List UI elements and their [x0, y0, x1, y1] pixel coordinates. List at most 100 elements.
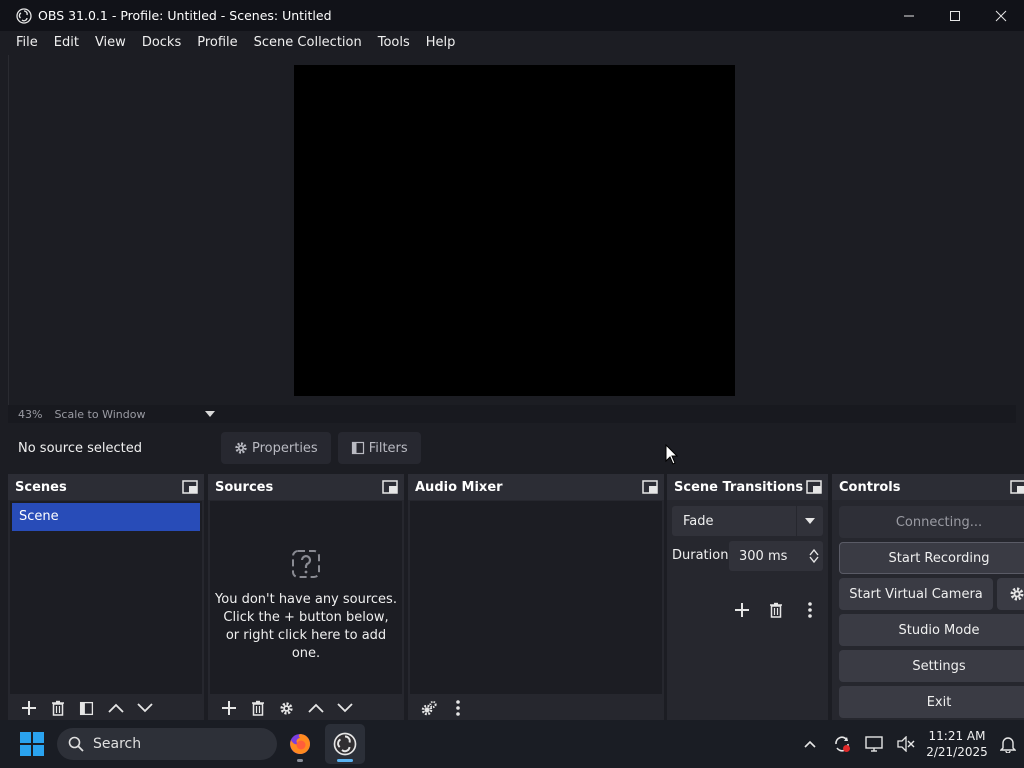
undock-icon[interactable] — [182, 480, 198, 494]
list-item[interactable]: Scene — [12, 503, 200, 531]
title-bar[interactable]: OBS 31.0.1 - Profile: Untitled - Scenes:… — [0, 0, 1024, 31]
audio-mixer-toolbar — [408, 696, 664, 720]
sources-dock: Sources You don't have any sources. Clic… — [208, 474, 404, 720]
audio-mixer-dock-header[interactable]: Audio Mixer — [408, 474, 664, 500]
transition-value: Fade — [683, 513, 714, 529]
firefox-taskbar-button[interactable] — [280, 724, 320, 764]
sources-list[interactable]: You don't have any sources. Click the + … — [210, 501, 402, 694]
add-scene-button[interactable] — [14, 697, 43, 719]
close-icon — [995, 10, 1007, 21]
sync-status-button[interactable] — [826, 720, 858, 768]
advanced-audio-properties-button[interactable] — [414, 697, 443, 719]
gears-icon — [421, 700, 437, 716]
firefox-icon — [290, 734, 310, 754]
remove-transition-button[interactable] — [759, 599, 793, 621]
sources-dock-header[interactable]: Sources — [208, 474, 404, 500]
plus-icon — [735, 603, 749, 617]
network-button[interactable] — [858, 720, 890, 768]
source-toolbar: No source selected Properties Filters — [8, 428, 1024, 468]
transition-select[interactable]: Fade — [672, 506, 823, 536]
windows-logo-icon — [20, 745, 31, 756]
menu-view[interactable]: View — [87, 31, 134, 55]
taskbar-clock[interactable]: 11:21 AM 2/21/2025 — [922, 728, 992, 760]
taskbar-search[interactable]: Search — [57, 728, 277, 760]
menu-edit[interactable]: Edit — [46, 31, 87, 55]
maximize-button[interactable] — [932, 0, 978, 31]
menu-tools[interactable]: Tools — [370, 31, 418, 55]
start-virtual-camera-button[interactable]: Start Virtual Camera — [839, 578, 993, 610]
chevron-up-icon — [804, 740, 816, 748]
question-icon — [292, 550, 320, 578]
transition-menu-button[interactable] — [793, 599, 827, 621]
stepper-arrows[interactable] — [805, 548, 823, 564]
minimize-icon — [904, 15, 914, 16]
scenes-dock-header[interactable]: Scenes — [8, 474, 204, 500]
controls-dock: Controls Connecting... Start Recording S… — [832, 474, 1024, 720]
move-source-down-button[interactable] — [330, 697, 359, 719]
menu-profile[interactable]: Profile — [189, 31, 245, 55]
chevron-up-icon[interactable] — [809, 548, 819, 556]
controls-dock-header[interactable]: Controls — [832, 474, 1024, 500]
move-source-up-button[interactable] — [301, 697, 330, 719]
undock-icon[interactable] — [806, 480, 822, 494]
windows-logo-icon — [33, 732, 44, 743]
network-icon — [865, 736, 883, 752]
undock-icon[interactable] — [1010, 480, 1024, 494]
virtual-camera-settings-button[interactable] — [997, 578, 1024, 610]
studio-mode-button[interactable]: Studio Mode — [839, 614, 1024, 646]
properties-button[interactable]: Properties — [221, 432, 331, 464]
chevron-up-icon — [307, 703, 324, 713]
system-tray: 11:21 AM 2/21/2025 — [794, 720, 1024, 768]
maximize-icon — [950, 10, 960, 21]
move-scene-down-button[interactable] — [130, 697, 159, 719]
windows-start-button[interactable] — [20, 732, 44, 756]
audio-mixer-menu-button[interactable] — [443, 697, 472, 719]
gear-icon — [235, 442, 247, 454]
add-source-button[interactable] — [214, 697, 243, 719]
settings-button[interactable]: Settings — [839, 650, 1024, 682]
show-hidden-icons-button[interactable] — [794, 720, 826, 768]
gear-icon — [280, 701, 293, 715]
move-scene-up-button[interactable] — [101, 697, 130, 719]
undock-icon[interactable] — [642, 480, 658, 494]
duration-stepper[interactable]: 300 ms — [729, 541, 823, 571]
add-transition-button[interactable] — [725, 599, 759, 621]
scenes-list[interactable]: Scene — [10, 501, 202, 694]
notifications-button[interactable] — [992, 720, 1024, 768]
sources-dock-title: Sources — [215, 479, 274, 495]
windows-logo-icon — [33, 745, 44, 756]
start-streaming-button[interactable]: Connecting... — [839, 506, 1024, 538]
scene-filters-button[interactable] — [72, 697, 101, 719]
preview-canvas[interactable] — [294, 65, 735, 396]
search-icon — [68, 736, 84, 752]
menu-file[interactable]: File — [8, 31, 46, 55]
undock-icon[interactable] — [382, 480, 398, 494]
menu-help[interactable]: Help — [418, 31, 464, 55]
chevron-down-icon[interactable] — [809, 556, 819, 564]
duration-label: Duration — [672, 548, 729, 563]
audio-mixer-dock-title: Audio Mixer — [415, 479, 503, 495]
start-recording-button[interactable]: Start Recording — [839, 542, 1024, 574]
filters-button[interactable]: Filters — [337, 432, 421, 464]
source-properties-button[interactable] — [272, 697, 301, 719]
zoom-level: 43% — [18, 407, 43, 421]
close-button[interactable] — [978, 0, 1024, 31]
duration-value: 300 ms — [739, 548, 788, 564]
chevron-down-icon — [136, 703, 153, 713]
chevron-down-icon[interactable] — [205, 411, 216, 417]
scale-mode-select[interactable]: Scale to Window — [54, 408, 145, 421]
properties-label: Properties — [252, 440, 318, 456]
audio-mixer-dock: Audio Mixer — [408, 474, 664, 720]
volume-button[interactable] — [890, 720, 922, 768]
menu-scene-collection[interactable]: Scene Collection — [246, 31, 370, 55]
scene-transitions-dock-header[interactable]: Scene Transitions — [667, 474, 828, 500]
chevron-down-icon[interactable] — [797, 518, 823, 524]
remove-source-button[interactable] — [243, 697, 272, 719]
obs-logo-icon — [333, 732, 357, 756]
audio-mixer-list[interactable] — [410, 501, 662, 694]
exit-button[interactable]: Exit — [839, 686, 1024, 718]
menu-docks[interactable]: Docks — [134, 31, 189, 55]
remove-scene-button[interactable] — [43, 697, 72, 719]
obs-taskbar-button[interactable] — [325, 724, 365, 764]
minimize-button[interactable] — [886, 0, 932, 31]
